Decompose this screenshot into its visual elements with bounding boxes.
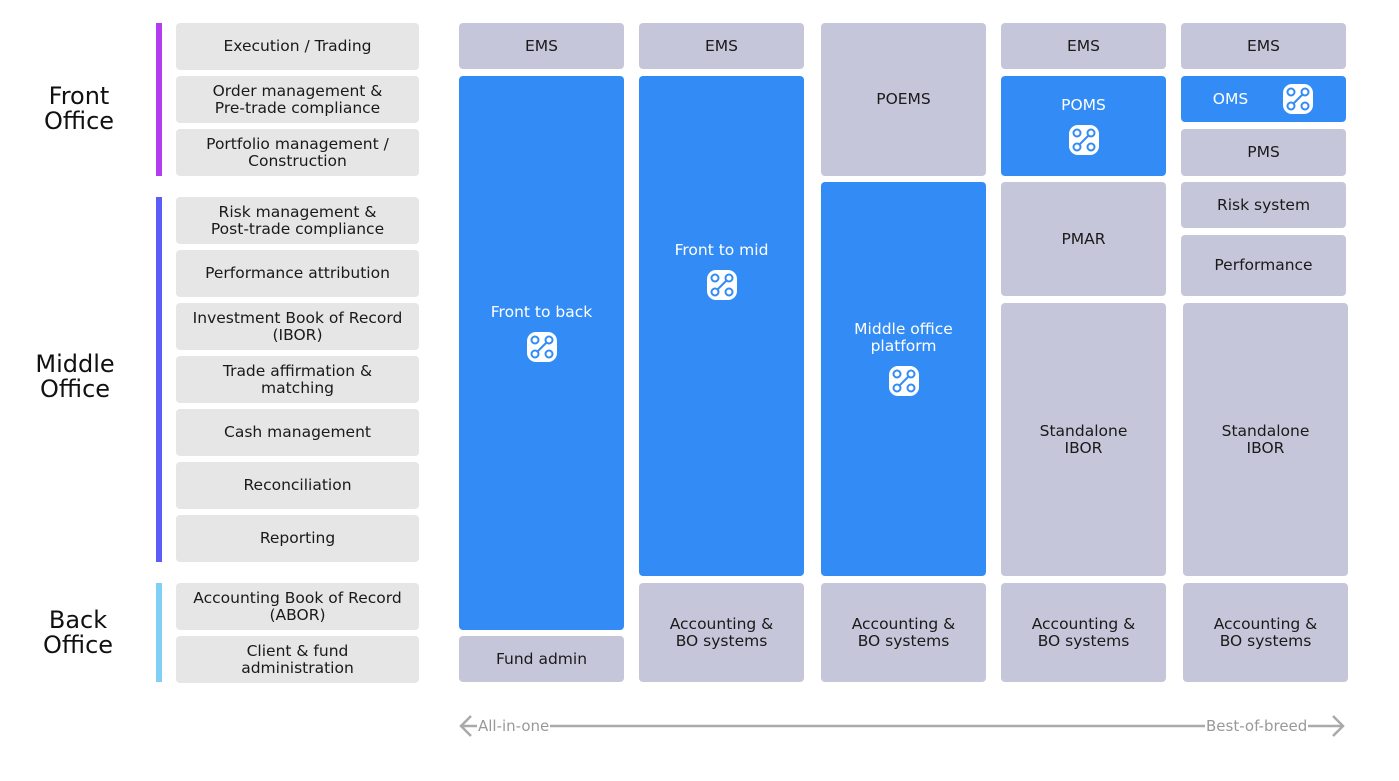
function-item: Risk management & Post-trade compliance [176, 197, 419, 244]
box-label: EMS [704, 36, 738, 55]
function-label: Client & fund administration [241, 641, 354, 677]
system-box: Accounting & BO systems [821, 583, 986, 682]
box-label: Middle office platform [854, 320, 953, 355]
function-label: Order management & Pre-trade compliance [212, 81, 383, 117]
system-box: Accounting & BO systems [1001, 583, 1166, 682]
system-box: EMS [1001, 23, 1166, 69]
function-item: Order management & Pre-trade compliance [176, 76, 419, 123]
platform-box: Middle office platform [821, 182, 986, 576]
box-label: Standalone IBOR [1221, 421, 1310, 457]
back-office-bar [156, 583, 162, 682]
integration-icon [1068, 124, 1099, 155]
box-label: Front to mid [674, 240, 769, 259]
function-item: Trade affirmation & matching [176, 356, 419, 403]
integration-icon [706, 269, 737, 300]
system-box: EMS [1181, 23, 1346, 69]
box-label: Fund admin [495, 649, 588, 668]
front-office-bar [156, 23, 162, 176]
box-label: Standalone IBOR [1039, 421, 1128, 457]
system-box: PMAR [1001, 182, 1166, 296]
platform-box: OMS [1181, 76, 1346, 122]
system-box: PMS [1181, 129, 1346, 176]
function-label: Trade affirmation & matching [222, 361, 373, 397]
function-label: Reconciliation [243, 476, 352, 494]
system-box: EMS [459, 23, 624, 69]
system-box: POEMS [821, 23, 986, 176]
system-box: Standalone IBOR [1001, 303, 1166, 576]
function-item: Portfolio management / Construction [176, 129, 419, 176]
axis-label-best-of-breed: Best-of-breed [1205, 717, 1309, 735]
system-box: Risk system [1181, 182, 1346, 228]
function-label: Performance attribution [205, 264, 390, 282]
box-label: Performance [1214, 256, 1313, 274]
function-label: Investment Book of Record (IBOR) [192, 308, 403, 344]
function-item: Performance attribution [176, 250, 419, 297]
system-box: Performance [1181, 235, 1346, 296]
system-box: Fund admin [459, 636, 624, 682]
box-label: EMS [1066, 36, 1100, 55]
function-item: Client & fund administration [176, 636, 419, 683]
integration-icon [526, 331, 557, 362]
function-label: Execution / Trading [223, 37, 372, 55]
axis-label-all-in-one: All-in-one [477, 717, 551, 735]
platform-box: Front to mid [639, 76, 804, 576]
function-item: Execution / Trading [176, 23, 419, 70]
function-item: Reconciliation [176, 462, 419, 509]
function-label: Risk management & Post-trade compliance [210, 202, 385, 238]
platform-box: POMS [1001, 76, 1166, 176]
box-label: Accounting & BO systems [669, 614, 774, 650]
middle-office-bar [156, 197, 162, 562]
system-box: Standalone IBOR [1183, 303, 1348, 576]
system-box: Accounting & BO systems [639, 583, 804, 682]
function-label: Accounting Book of Record (ABOR) [193, 588, 402, 624]
function-label: Cash management [224, 423, 371, 441]
function-item: Investment Book of Record (IBOR) [176, 303, 419, 350]
box-label: PMS [1247, 143, 1280, 161]
box-label: POMS [1061, 95, 1106, 114]
function-item: Cash management [176, 409, 419, 456]
function-item: Accounting Book of Record (ABOR) [176, 583, 419, 630]
section-middle-office: Middle Office [35, 350, 115, 403]
system-box: EMS [639, 23, 804, 69]
box-label: EMS [524, 36, 558, 55]
box-label: Front to back [490, 302, 593, 321]
function-label: Reporting [259, 529, 336, 547]
box-label: Accounting & BO systems [851, 614, 956, 650]
box-label: EMS [1246, 36, 1280, 55]
box-label: Accounting & BO systems [1213, 614, 1318, 650]
system-box: Accounting & BO systems [1183, 583, 1348, 682]
box-label: PMAR [1061, 229, 1106, 248]
function-item: Reporting [176, 515, 419, 562]
box-label: POEMS [876, 90, 931, 108]
function-label: Portfolio management / Construction [206, 134, 389, 170]
integration-icon [1283, 84, 1314, 114]
section-back-office: Back Office [42, 606, 114, 659]
section-front-office: Front Office [43, 82, 115, 135]
box-label: Risk system [1216, 195, 1311, 214]
box-label: OMS [1212, 89, 1249, 108]
integration-icon [888, 366, 919, 396]
box-label: Accounting & BO systems [1031, 614, 1136, 650]
platform-box: Front to back [459, 76, 624, 630]
